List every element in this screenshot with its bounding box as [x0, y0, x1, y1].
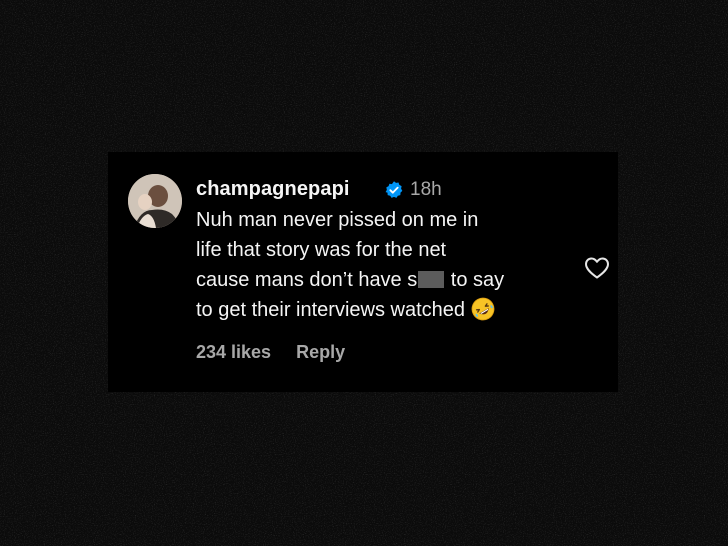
verified-badge-icon	[385, 181, 403, 198]
censor-block	[418, 271, 445, 288]
comment-username[interactable]: champagnepapi	[196, 178, 350, 201]
comment-line-3: cause mans don’t have s to say	[196, 265, 596, 295]
comment-line-4-text: to get their interviews watched	[196, 299, 466, 321]
comment-line-4: to get their interviews watched	[196, 295, 596, 325]
heart-icon[interactable]	[584, 256, 610, 280]
comment-line-3-start: cause mans don’t have s	[196, 269, 418, 291]
comment-line-3-end: to say	[445, 269, 505, 291]
likes-count[interactable]: 234 likes	[196, 342, 271, 363]
comment-timestamp: 18h	[410, 179, 442, 200]
comment-line-1: Nuh man never pissed on me in	[196, 209, 479, 231]
reply-button[interactable]: Reply	[296, 342, 345, 363]
comment-line-2: life that story was for the net	[196, 239, 447, 261]
rolling-on-floor-laughing-emoji-icon	[471, 297, 495, 321]
comment-actions: 234 likes Reply	[196, 342, 345, 363]
avatar[interactable]	[128, 174, 182, 228]
comment-text: Nuh man never pissed on me in life that …	[196, 205, 596, 325]
comment-card: champagnepapi 18h Nuh man never pissed o…	[108, 152, 618, 392]
